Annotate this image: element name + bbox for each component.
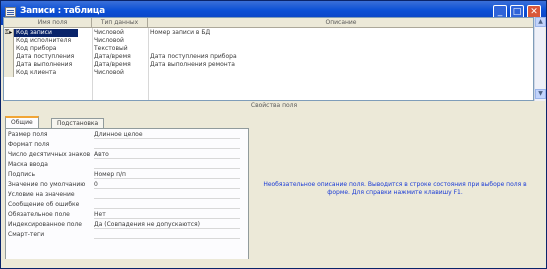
close-icon: ✕ — [530, 7, 538, 17]
field-properties-header: Свойства поля — [3, 101, 545, 111]
data-type-cell[interactable]: Числовой — [92, 29, 148, 37]
property-value[interactable] — [94, 201, 240, 209]
property-row[interactable]: Число десятичных знаков Авто — [8, 151, 240, 159]
property-label: Размер поля — [8, 131, 48, 138]
property-row[interactable]: Подпись Номер п/п — [8, 171, 240, 179]
field-description-hint: Необязательное описание поля. Выводится … — [263, 181, 527, 196]
field-name-cell[interactable]: Код исполнителя — [14, 37, 92, 45]
description-cell[interactable]: Номер записи в БД — [148, 29, 448, 37]
property-label: Формат поля — [8, 141, 50, 148]
property-value[interactable] — [94, 161, 240, 169]
property-label: Подпись — [8, 171, 35, 178]
property-row[interactable]: Значение по умолчанию 0 — [8, 181, 240, 189]
description-cell[interactable] — [148, 45, 448, 53]
property-label: Индексированное поле — [8, 221, 83, 228]
property-value[interactable]: Номер п/п — [94, 171, 240, 179]
field-name-cell[interactable]: Код записи — [14, 29, 78, 37]
property-row[interactable]: Обязательное поле Нет — [8, 211, 240, 219]
property-value[interactable] — [94, 141, 240, 149]
property-row[interactable]: Смарт-теги — [8, 231, 240, 239]
scroll-up-icon[interactable]: ▲ — [535, 17, 546, 27]
tab-general[interactable]: Общие — [5, 116, 39, 128]
window-title: Записи : таблица — [20, 6, 105, 16]
field-name-cell[interactable]: Код прибора — [14, 45, 92, 53]
data-type-cell[interactable]: Числовой — [92, 37, 148, 45]
table-icon — [5, 7, 16, 17]
description-cell[interactable] — [148, 69, 448, 77]
row-selector[interactable] — [4, 69, 14, 77]
scroll-down-icon[interactable]: ▼ — [535, 89, 546, 99]
table-row[interactable]: ⚿▸ Код записи Числовой Номер записи в БД — [4, 29, 533, 37]
property-label: Маска ввода — [8, 161, 48, 168]
row-selector[interactable] — [4, 61, 14, 69]
field-name-cell[interactable]: Дата поступления — [14, 53, 92, 61]
field-grid: Имя поля Тип данных Описание ⚿▸ Код запи… — [3, 17, 534, 101]
property-label: Значение по умолчанию — [8, 181, 86, 188]
column-header-data-type[interactable]: Тип данных — [92, 18, 148, 28]
property-value[interactable] — [94, 191, 240, 199]
property-value[interactable]: 0 — [94, 181, 240, 189]
description-cell[interactable]: Дата выполнения ремонта — [148, 61, 448, 69]
data-type-cell[interactable]: Дата/время — [92, 61, 148, 69]
row-selector[interactable] — [4, 53, 14, 61]
description-cell[interactable] — [148, 37, 448, 45]
row-selector[interactable] — [4, 45, 14, 53]
table-row[interactable]: Код прибора Текстовый — [4, 45, 533, 53]
data-type-cell[interactable]: Числовой — [92, 69, 148, 77]
column-header-description[interactable]: Описание — [148, 18, 533, 28]
vertical-scrollbar[interactable]: ▲ ▼ — [534, 17, 546, 101]
tab-lookup[interactable]: Подстановка — [51, 118, 105, 128]
table-row[interactable]: Дата поступления Дата/время Дата поступл… — [4, 53, 533, 61]
property-value[interactable]: Авто — [94, 151, 240, 159]
field-name-cell[interactable]: Дата выполнения — [14, 61, 92, 69]
data-type-cell[interactable]: Дата/время — [92, 53, 148, 61]
data-type-cell[interactable]: Текстовый — [92, 45, 148, 53]
primary-key-icon: ⚿▸ — [4, 29, 14, 37]
column-header-field-name[interactable]: Имя поля — [14, 18, 92, 28]
property-label: Число десятичных знаков — [8, 151, 91, 158]
properties-panel: Размер поля Длинное целое Формат поля Чи… — [5, 128, 249, 261]
grid-header: Имя поля Тип данных Описание — [4, 18, 533, 28]
property-value[interactable] — [94, 231, 240, 239]
table-row[interactable]: Дата выполнения Дата/время Дата выполнен… — [4, 61, 533, 69]
minimize-icon: _ — [497, 7, 503, 17]
property-label: Условие на значение — [8, 191, 75, 198]
property-row[interactable]: Размер поля Длинное целое — [8, 131, 240, 139]
property-row[interactable]: Сообщение об ошибке — [8, 201, 240, 209]
maximize-icon: □ — [512, 7, 522, 17]
table-row[interactable]: Код исполнителя Числовой — [4, 37, 533, 45]
property-value[interactable]: Нет — [94, 211, 240, 219]
status-bar — [1, 259, 546, 268]
table-design-window: Записи : таблица _ □ ✕ Имя поля Тип данн… — [0, 0, 547, 269]
property-label: Обязательное поле — [8, 211, 70, 218]
property-row[interactable]: Маска ввода — [8, 161, 240, 169]
property-row[interactable]: Индексированное поле Да (Совпадения не д… — [8, 221, 240, 229]
property-label: Смарт-теги — [8, 231, 45, 238]
table-row[interactable]: Код клиента Числовой — [4, 69, 533, 77]
property-row[interactable]: Формат поля — [8, 141, 240, 149]
property-label: Сообщение об ошибке — [8, 201, 80, 208]
property-row[interactable]: Условие на значение — [8, 191, 240, 199]
field-name-cell[interactable]: Код клиента — [14, 69, 92, 77]
row-selector[interactable] — [4, 37, 14, 45]
property-value[interactable]: Длинное целое — [94, 131, 240, 139]
description-cell[interactable]: Дата поступления прибора — [148, 53, 448, 61]
property-value[interactable]: Да (Совпадения не допускаются) — [94, 221, 240, 229]
